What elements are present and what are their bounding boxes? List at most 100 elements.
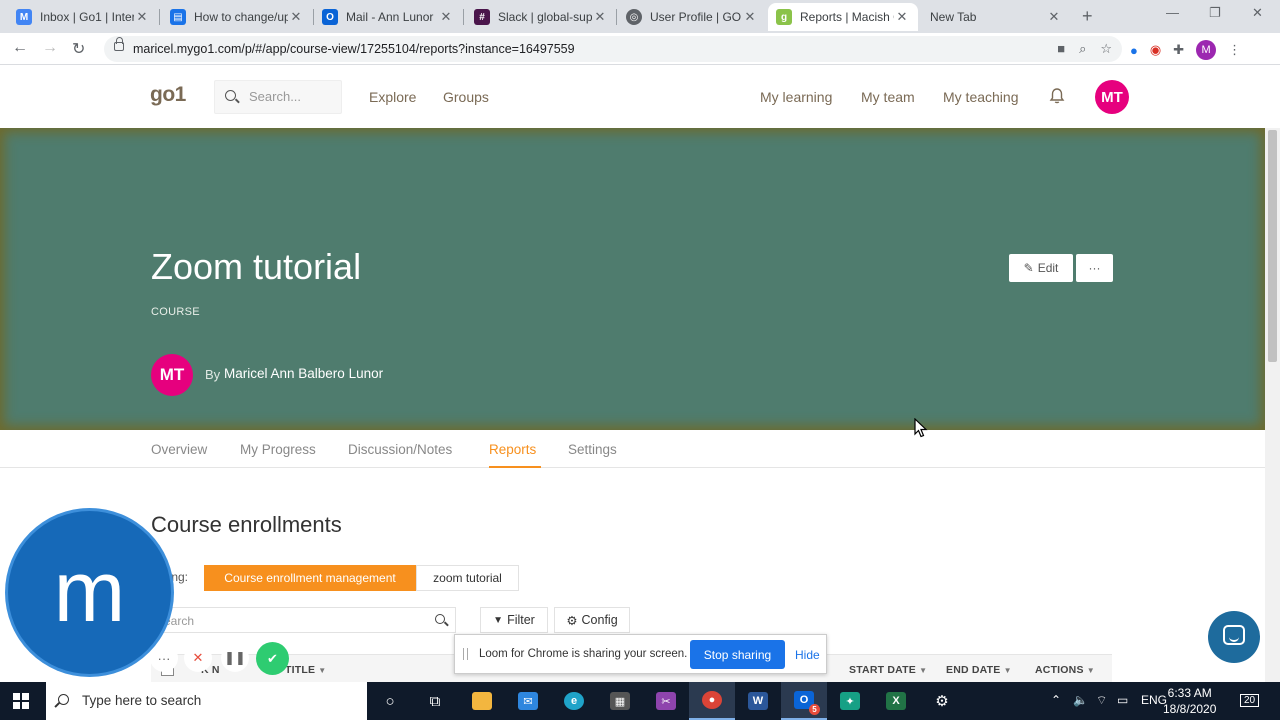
forward-arrow-icon[interactable]: → — [42, 39, 58, 57]
edge-icon[interactable]: e — [551, 682, 597, 720]
author-name[interactable]: Maricel Ann Balbero Lunor — [224, 366, 383, 381]
tab-reports[interactable]: Reports — [489, 442, 536, 457]
course-hero-banner: Zoom tutorial COURSE MT By Maricel Ann B… — [0, 128, 1265, 430]
browser-tab-mail[interactable]: O Mail - Ann Lunor ✕ — [314, 3, 462, 31]
column-header-start-date[interactable]: START DATE ▼ — [849, 664, 927, 676]
tray-chevron-icon[interactable]: ⌃ — [1051, 693, 1061, 707]
browser-tab-user-profile[interactable]: ◎ User Profile | GO1 ✕ — [618, 3, 766, 31]
outlook-icon: O — [322, 9, 338, 25]
notification-center-icon[interactable]: 20 — [1240, 694, 1260, 707]
extensions-puzzle-icon[interactable]: ✚ — [1173, 42, 1184, 58]
loom-camera-bubble[interactable]: m — [8, 511, 171, 674]
store-icon[interactable]: ▦ — [597, 682, 643, 720]
window-close-icon[interactable]: ✕ — [1252, 5, 1263, 21]
globe-icon: ◎ — [626, 9, 642, 25]
browser-tab-how-to-change[interactable]: ▤ How to change/up ✕ — [162, 3, 312, 31]
bookmark-star-icon[interactable]: ☆ — [1100, 41, 1112, 57]
extension-chrome-icon[interactable]: ◉ — [1150, 42, 1161, 58]
reload-icon[interactable]: ↻ — [72, 39, 85, 59]
settings-gear-icon[interactable]: ⚙ — [919, 682, 965, 720]
author-prefix: By — [205, 367, 221, 382]
loom-cancel-icon[interactable]: ✕ — [184, 644, 212, 672]
site-search-input[interactable]: Search... — [214, 80, 342, 114]
user-avatar[interactable]: MT — [1095, 80, 1129, 114]
chrome-taskbar-icon[interactable]: ● — [689, 682, 735, 720]
tab-discussion-notes[interactable]: Discussion/Notes — [348, 442, 452, 457]
camera-icon[interactable]: ■ — [1057, 41, 1065, 57]
new-tab-plus-icon[interactable]: + — [1082, 6, 1093, 27]
close-icon[interactable]: ✕ — [288, 9, 304, 25]
close-icon[interactable]: ✕ — [1046, 9, 1062, 25]
column-label: ACTIONS — [1035, 664, 1084, 676]
more-options-button[interactable]: ··· — [1076, 254, 1113, 282]
profile-avatar[interactable]: M — [1196, 40, 1217, 60]
nav-my-learning[interactable]: My learning — [760, 89, 832, 105]
task-view-icon[interactable]: ⧉ — [412, 682, 458, 720]
nav-my-teaching[interactable]: My teaching — [943, 89, 1018, 105]
excel-icon[interactable]: X — [873, 682, 919, 720]
volume-icon[interactable]: 🔈 — [1073, 693, 1088, 707]
nav-my-team[interactable]: My team — [861, 89, 915, 105]
back-arrow-icon[interactable]: ← — [12, 39, 28, 57]
outlook-taskbar-icon[interactable]: O5 — [781, 682, 827, 720]
browser-tab-inbox[interactable]: M Inbox | Go1 | Inter ✕ — [8, 3, 158, 31]
close-icon[interactable]: ✕ — [438, 9, 454, 25]
column-header-actions[interactable]: ACTIONS ▼ — [1035, 664, 1095, 676]
notification-bell-icon[interactable] — [1048, 87, 1066, 105]
kebab-menu-icon[interactable]: ⋮ — [1228, 42, 1241, 58]
tab-title: How to change/up — [194, 10, 288, 24]
windows-start-icon[interactable] — [13, 693, 29, 709]
app-icon[interactable]: ✦ — [827, 682, 873, 720]
word-icon[interactable]: W — [735, 682, 781, 720]
hide-button[interactable]: Hide — [795, 648, 820, 662]
scrollbar-thumb[interactable] — [1268, 130, 1277, 362]
report-course-enrollment-management[interactable]: Course enrollment management — [204, 565, 416, 591]
loom-more-icon[interactable]: ··· — [150, 644, 178, 672]
wifi-icon[interactable]: ⌔ — [1096, 693, 1107, 708]
tab-title: Reports | Macish C — [800, 10, 894, 24]
nav-groups[interactable]: Groups — [443, 89, 489, 105]
go1-logo[interactable]: go1 — [150, 83, 186, 107]
search-icon — [435, 614, 445, 624]
restore-icon[interactable]: ❐ — [1209, 5, 1221, 21]
tab-my-progress[interactable]: My Progress — [240, 442, 316, 457]
tab-divider — [159, 9, 160, 25]
system-clock[interactable]: 6:33 AM 18/8/2020 — [1163, 685, 1216, 717]
config-button[interactable]: ⚙ Config — [554, 607, 630, 633]
zoom-icon[interactable]: ⌕ — [1079, 41, 1086, 57]
edit-course-button[interactable]: ✎ Edit — [1009, 254, 1073, 282]
close-icon[interactable]: ✕ — [592, 9, 608, 25]
loom-finish-check-icon[interactable]: ✔ — [256, 642, 289, 675]
filter-button[interactable]: ▼ Filter — [480, 607, 548, 633]
close-icon[interactable]: ✕ — [894, 9, 910, 25]
address-bar[interactable]: maricel.mygo1.com/p/#/app/course-view/17… — [104, 36, 1122, 62]
cortana-icon[interactable]: ○ — [367, 682, 413, 720]
file-explorer-icon[interactable] — [459, 682, 505, 720]
column-header-end-date[interactable]: END DATE ▼ — [946, 664, 1012, 676]
mail-app-icon[interactable]: ✉ — [505, 682, 551, 720]
browser-tab-new-tab[interactable]: New Tab ✕ — [920, 3, 1070, 31]
nav-explore[interactable]: Explore — [369, 89, 416, 105]
minimize-icon[interactable]: — — [1166, 5, 1179, 20]
page-scrollbar[interactable] — [1265, 128, 1280, 682]
extension-location-icon[interactable]: ● — [1130, 43, 1138, 58]
report-zoom-tutorial[interactable]: zoom tutorial — [416, 565, 519, 591]
column-label: END DATE — [946, 664, 1001, 676]
chat-bubble-icon — [1223, 625, 1245, 645]
stop-sharing-button[interactable]: Stop sharing — [690, 640, 785, 669]
close-icon[interactable]: ✕ — [742, 9, 758, 25]
snipping-tool-icon[interactable]: ✂ — [643, 682, 689, 720]
browser-tab-slack[interactable]: # Slack | global-sup ✕ — [466, 3, 616, 31]
browser-tab-reports[interactable]: g Reports | Macish C ✕ — [768, 3, 918, 31]
sort-caret-icon: ▼ — [1003, 666, 1012, 675]
chat-support-button[interactable] — [1208, 611, 1260, 663]
tab-settings[interactable]: Settings — [568, 442, 617, 457]
taskbar-search-input[interactable]: Type here to search — [46, 682, 367, 720]
close-icon[interactable]: ✕ — [134, 9, 150, 25]
column-header-title[interactable]: TITLE ▼ — [285, 664, 326, 676]
drag-handle-icon[interactable] — [463, 648, 468, 660]
battery-icon[interactable]: ▭ — [1117, 693, 1128, 707]
loom-pause-icon[interactable]: ❚❚ — [221, 644, 249, 672]
enrollment-search-input[interactable]: earch — [151, 607, 456, 633]
tab-overview[interactable]: Overview — [151, 442, 207, 457]
